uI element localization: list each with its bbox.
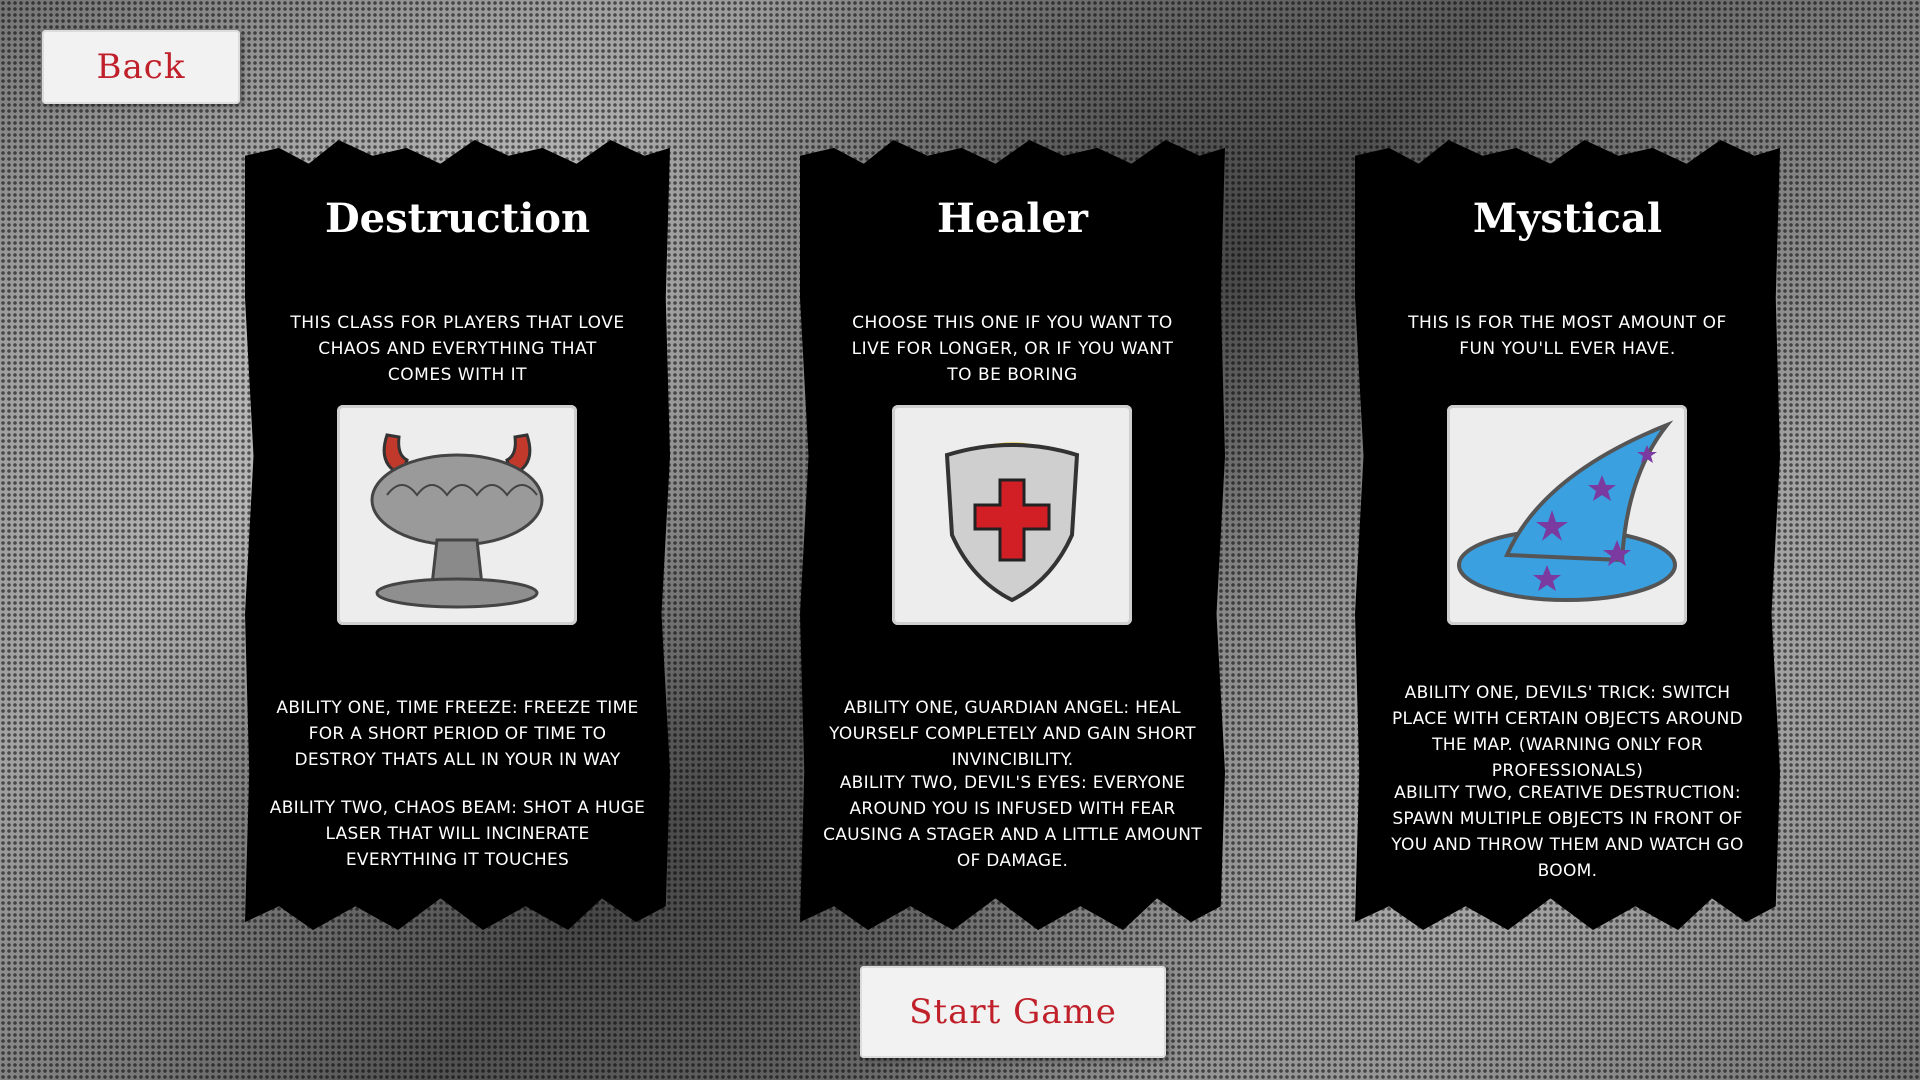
class-description: This is for the most amount of fun you'l… [1408, 313, 1727, 359]
class-title: Mystical [1472, 195, 1663, 242]
ability-two-text: Ability two, Devil's eyes: Everyone arou… [823, 773, 1202, 871]
mushroom-cloud-with-horns-icon [337, 405, 577, 625]
ability-two-text: Ability two, creative destruction: spawn… [1391, 783, 1744, 881]
wizard-hat-with-stars-icon [1447, 405, 1687, 625]
ability-one-text: Ability one, Devils' Trick: Switch place… [1391, 683, 1744, 781]
class-card-mystical[interactable]: Mystical This is for the most amount of … [1355, 140, 1780, 930]
class-title: Healer [937, 195, 1088, 242]
ability-one-text: Ability one, Guardian Angel: heal yourse… [829, 698, 1196, 770]
ability-one-text: Ability one, Time Freeze: freeze time fo… [276, 698, 639, 770]
ability-two-text: Ability two, chaos beam: shot a huge las… [269, 798, 646, 870]
back-button[interactable]: Back [42, 30, 240, 104]
class-description: Choose this one if you want to live for … [851, 313, 1174, 385]
class-title: Destruction [324, 195, 591, 242]
class-card-destruction[interactable]: Destruction This class for players that … [245, 140, 670, 930]
start-game-button[interactable]: Start Game [860, 966, 1166, 1058]
shield-with-red-cross-and-halo-icon [892, 405, 1132, 625]
class-description: This class for players that love chaos a… [290, 313, 625, 385]
class-card-healer[interactable]: Healer Choose this one if you want to li… [800, 140, 1225, 930]
